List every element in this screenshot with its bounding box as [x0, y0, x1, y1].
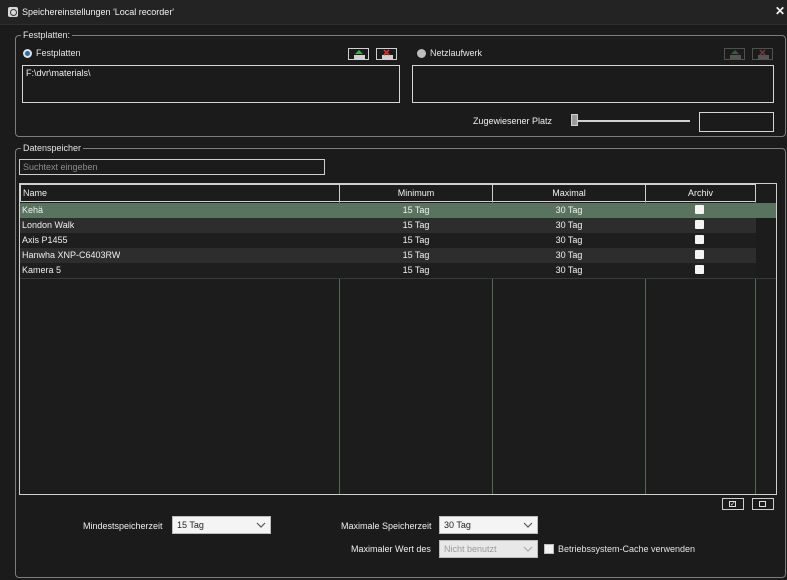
max-storage-label: Maximale Speicherzeit: [341, 521, 432, 531]
min-storage-label: Mindestspeicherzeit: [83, 521, 163, 531]
network-path-list[interactable]: [412, 65, 774, 103]
search-input[interactable]: [19, 159, 325, 175]
uncheck-all-icon: [759, 501, 766, 507]
column-header-archive[interactable]: Archiv: [645, 184, 756, 202]
title-bar: Speichereinstellungen 'Local recorder' ✕: [0, 0, 787, 25]
cell-name: Kamera 5: [22, 265, 62, 275]
local-path-list[interactable]: F:\dvr\materials\: [22, 65, 400, 103]
column-header-maximal[interactable]: Maximal: [492, 184, 646, 202]
max-value-label: Maximaler Wert des: [351, 544, 431, 554]
radio-checked-icon: [23, 48, 32, 58]
check-all-icon: ✓: [729, 501, 736, 508]
local-disks-label: Festplatten: [36, 48, 81, 58]
cell-name: London Walk: [22, 220, 75, 230]
add-disk-button[interactable]: [348, 48, 369, 60]
cell-minimum: 15 Tag: [402, 205, 430, 215]
table-row[interactable]: Hanwha XNP-C6403RW 15 Tag 30 Tag: [20, 248, 756, 263]
column-header-label: Minimum: [397, 188, 435, 198]
column-header-label: Archiv: [687, 188, 713, 198]
cell-minimum: 15 Tag: [402, 220, 430, 230]
cell-minimum: 15 Tag: [402, 265, 430, 275]
window-title: Speichereinstellungen 'Local recorder': [22, 7, 175, 17]
table-row[interactable]: Axis P1455 15 Tag 30 Tag: [20, 233, 756, 248]
cell-maximal: 30 Tag: [555, 250, 583, 260]
cell-maximal: 30 Tag: [555, 235, 583, 245]
cell-minimum: 15 Tag: [402, 250, 430, 260]
archive-checkbox[interactable]: [695, 205, 704, 214]
channel-grid: Name Minimum Maximal Archiv Kehä 15 Tag …: [19, 183, 777, 495]
max-storage-value: 30 Tag: [444, 520, 471, 530]
local-disks-radio[interactable]: Festplatten: [23, 48, 81, 58]
assigned-space-field[interactable]: [699, 112, 774, 132]
select-all-button[interactable]: ✓: [722, 498, 744, 510]
archive-checkbox[interactable]: [695, 220, 704, 229]
table-row[interactable]: London Walk 15 Tag 30 Tag: [20, 218, 756, 233]
max-value-select[interactable]: Nicht benutzt: [439, 540, 538, 558]
disk-storage-legend: Festplatten:: [23, 30, 71, 40]
network-drive-radio[interactable]: Netzlaufwerk: [417, 48, 482, 58]
app-settings-icon: [8, 7, 18, 17]
chevron-down-icon: [523, 522, 533, 528]
close-icon[interactable]: ✕: [775, 4, 785, 18]
deselect-all-button[interactable]: [752, 498, 774, 510]
cell-name: Hanwha XNP-C6403RW: [22, 250, 121, 260]
column-header-minimum[interactable]: Minimum: [339, 184, 493, 202]
archive-checkbox[interactable]: [695, 265, 704, 274]
checkbox-icon: [544, 544, 554, 554]
chevron-down-icon: [523, 546, 533, 552]
cell-maximal: 30 Tag: [555, 220, 583, 230]
datastore-legend: Datenspeicher: [23, 143, 82, 153]
min-storage-select[interactable]: 15 Tag: [172, 516, 271, 534]
add-disk-icon: [354, 50, 365, 59]
table-row[interactable]: Kamera 5 15 Tag 30 Tag: [20, 263, 756, 278]
add-network-drive-button[interactable]: [724, 48, 745, 60]
cell-maximal: 30 Tag: [555, 205, 583, 215]
remove-disk-icon: [382, 49, 393, 59]
cell-name: Axis P1455: [22, 235, 68, 245]
os-cache-checkbox[interactable]: Betriebssystem-Cache verwenden: [544, 544, 695, 554]
assigned-space-label: Zugewiesener Platz: [473, 116, 553, 126]
cell-name: Kehä: [22, 205, 44, 215]
cell-minimum: 15 Tag: [402, 235, 430, 245]
archive-checkbox[interactable]: [695, 250, 704, 259]
column-header-name[interactable]: Name: [20, 184, 340, 202]
max-value-value: Nicht benutzt: [444, 544, 497, 554]
min-storage-value: 15 Tag: [177, 520, 204, 530]
remove-disk-button[interactable]: [376, 48, 397, 60]
cell-maximal: 30 Tag: [555, 265, 583, 275]
local-path-item[interactable]: F:\dvr\materials\: [26, 68, 91, 78]
row-divider: [20, 278, 776, 279]
archive-checkbox[interactable]: [695, 235, 704, 244]
column-header-label: Name: [23, 188, 48, 198]
column-header-label: Maximal: [552, 188, 586, 198]
add-network-drive-icon: [730, 50, 741, 59]
network-drive-label: Netzlaufwerk: [430, 48, 483, 58]
remove-network-drive-button[interactable]: [752, 48, 773, 60]
remove-network-drive-icon: [758, 49, 769, 59]
max-storage-select[interactable]: 30 Tag: [439, 516, 538, 534]
table-row[interactable]: Kehä 15 Tag 30 Tag: [20, 203, 776, 218]
radio-unchecked-icon: [417, 48, 426, 58]
assigned-space-slider-track[interactable]: [572, 120, 690, 122]
os-cache-label: Betriebssystem-Cache verwenden: [558, 544, 696, 554]
chevron-down-icon: [256, 522, 266, 528]
assigned-space-slider-thumb[interactable]: [571, 114, 578, 126]
